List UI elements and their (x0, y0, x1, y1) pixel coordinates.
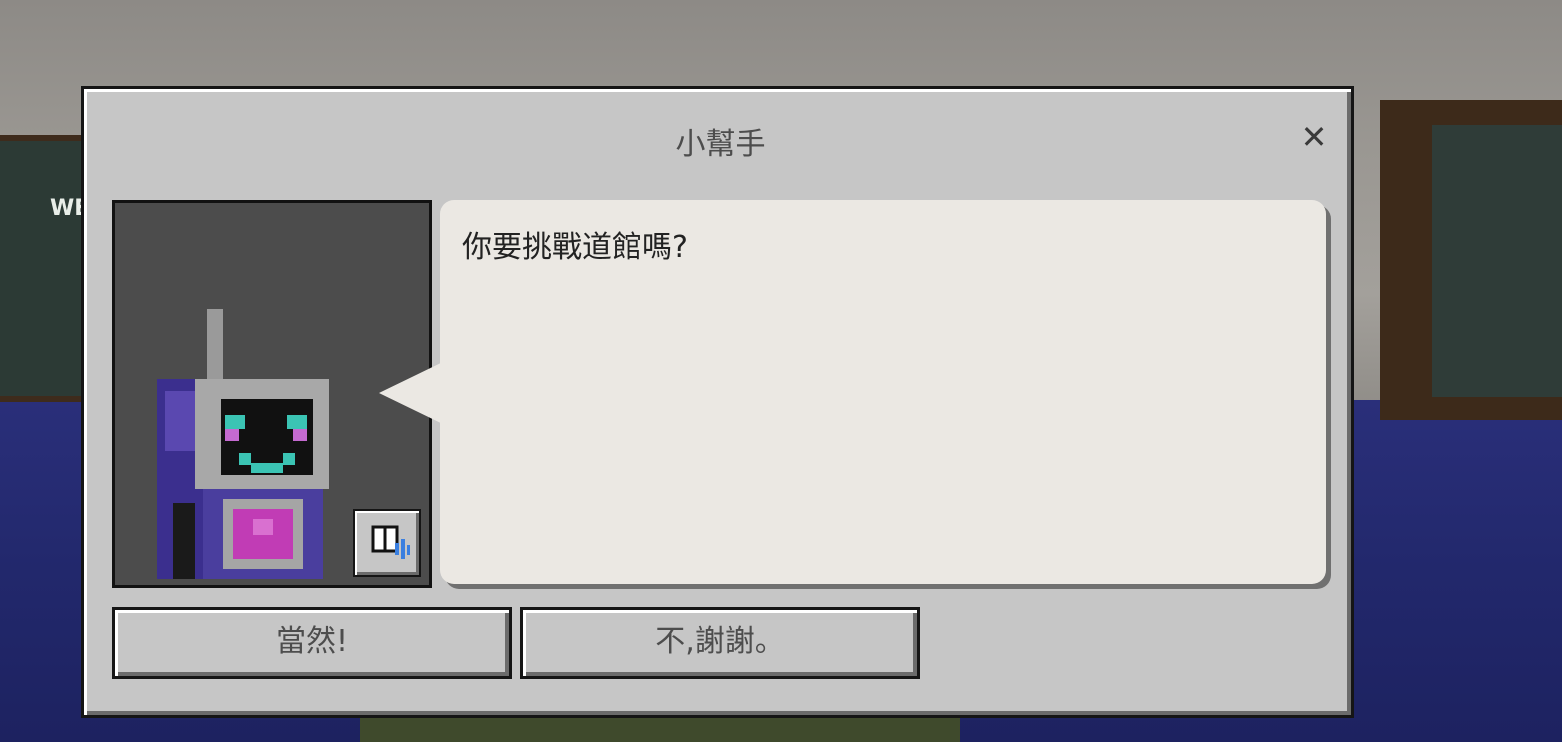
speech-bubble-pointer (379, 359, 449, 427)
speech-bubble: 你要挑戰道館嗎? (440, 200, 1326, 584)
dialog-message: 你要挑戰道館嗎? (462, 230, 688, 265)
book-audio-icon (371, 525, 410, 559)
decline-button[interactable]: 不,謝謝。 (520, 607, 920, 679)
close-button[interactable]: ✕ (1296, 119, 1332, 155)
close-icon: ✕ (1300, 118, 1328, 156)
chalkboard-right (1432, 125, 1562, 397)
npc-dialog: 小幫手 ✕ 你要挑戰道館嗎? 當然! 不,謝謝。 (81, 86, 1354, 718)
accept-button[interactable]: 當然! (112, 607, 512, 679)
dialog-title: 小幫手 (675, 127, 766, 162)
read-aloud-button[interactable] (353, 509, 421, 577)
